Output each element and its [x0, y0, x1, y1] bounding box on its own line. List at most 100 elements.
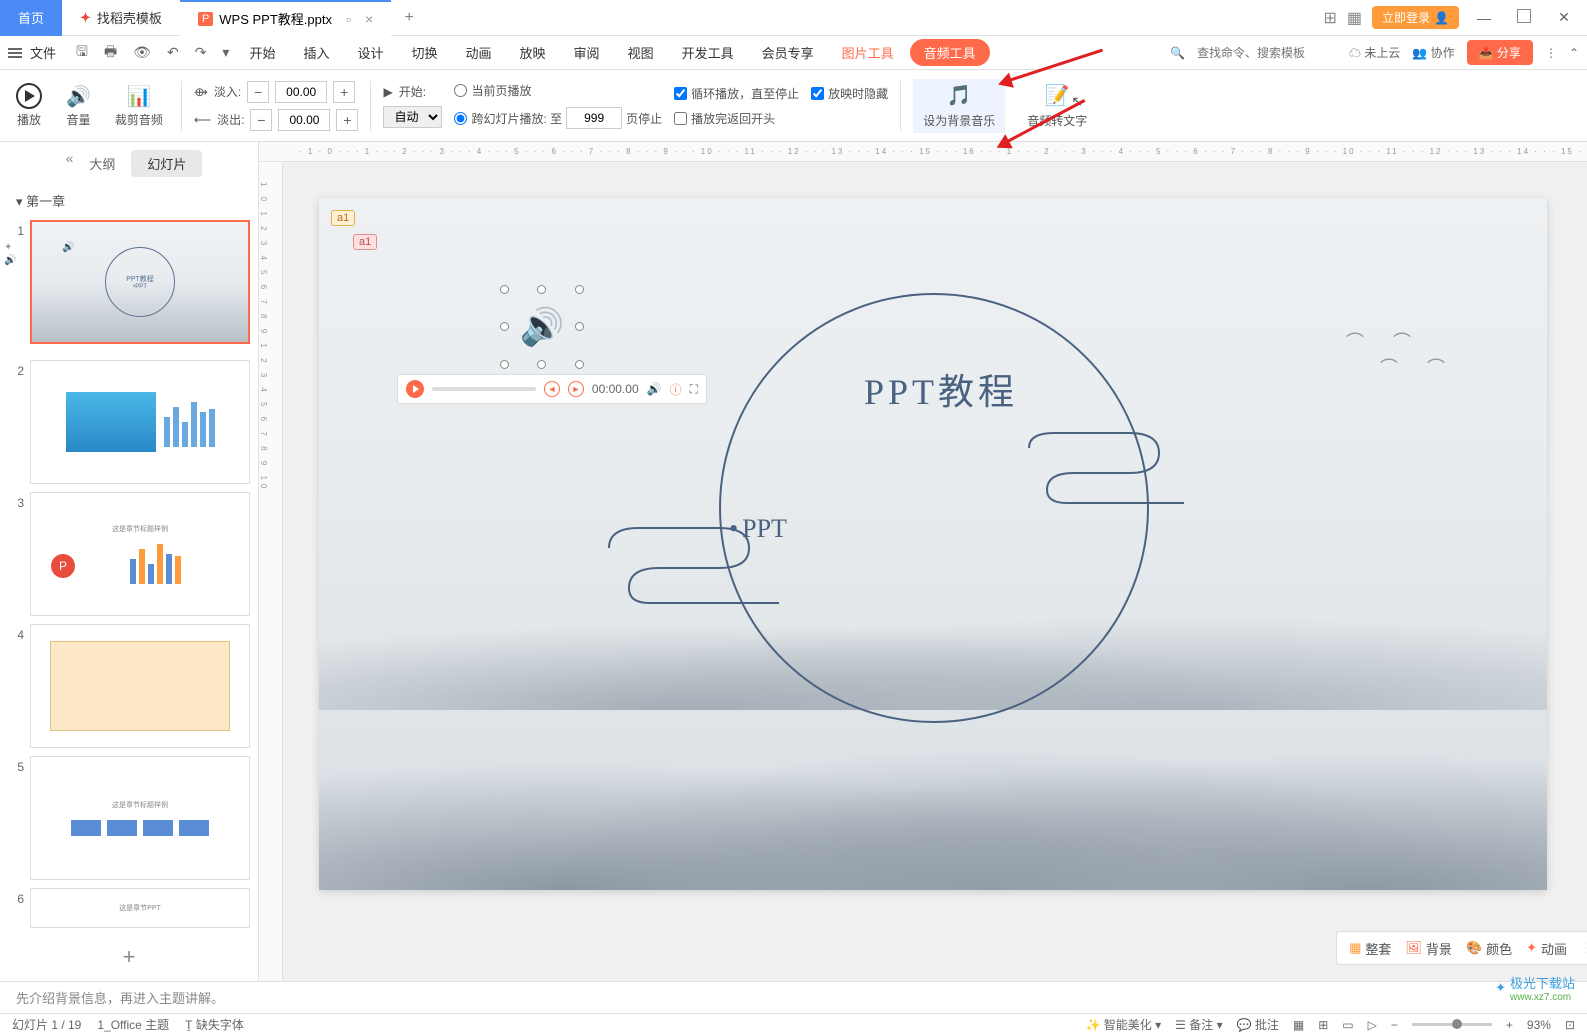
- resize-handle[interactable]: [500, 285, 509, 294]
- status-theme[interactable]: 1_Office 主题: [97, 1016, 169, 1033]
- slides-tab[interactable]: 幻灯片: [131, 150, 202, 177]
- cloud-status[interactable]: ☁ 未上云: [1349, 44, 1400, 61]
- resize-handle[interactable]: [575, 322, 584, 331]
- qat-redo-icon[interactable]: ↷: [191, 44, 211, 61]
- float-color[interactable]: 🎨颜色: [1466, 939, 1512, 958]
- outline-tab[interactable]: 大纲: [73, 150, 131, 177]
- fade-in-input[interactable]: [275, 81, 327, 103]
- status-notes-btn[interactable]: ☰ 备注 ▾: [1175, 1016, 1222, 1033]
- fade-out-minus[interactable]: −: [250, 109, 272, 131]
- slide-thumb-3[interactable]: 这是章节标题样例 P: [30, 492, 250, 616]
- float-more-icon[interactable]: ⋮: [1581, 940, 1587, 956]
- check-loop[interactable]: 循环播放，直至停止: [674, 85, 799, 102]
- slide-thumb-1[interactable]: PPT教程•PPT 🔊: [30, 220, 250, 344]
- view-slideshow-icon[interactable]: ▷: [1368, 1018, 1377, 1032]
- resize-handle[interactable]: [575, 285, 584, 294]
- comment-marker-2[interactable]: a1: [353, 234, 377, 250]
- slide-thumb-4[interactable]: [30, 624, 250, 748]
- audio-next-button[interactable]: ►: [568, 381, 584, 397]
- view-normal-icon[interactable]: ▦: [1293, 1018, 1304, 1032]
- tab-menu-icon[interactable]: ▫: [346, 11, 351, 27]
- resize-handle[interactable]: [575, 360, 584, 369]
- audio-info-icon[interactable]: ⓘ: [670, 381, 682, 398]
- view-reading-icon[interactable]: ▭: [1342, 1018, 1353, 1032]
- fit-window-icon[interactable]: ⊡: [1565, 1018, 1575, 1032]
- menu-picture-tools[interactable]: 图片工具: [830, 37, 906, 68]
- cross-slide-input[interactable]: [566, 107, 622, 129]
- float-bg[interactable]: 🖼背景: [1405, 939, 1452, 958]
- search-input[interactable]: [1197, 46, 1337, 60]
- more-icon[interactable]: ⋮: [1545, 46, 1557, 60]
- status-beautify[interactable]: ✨ 智能美化 ▾: [1085, 1016, 1161, 1033]
- menu-insert[interactable]: 插入: [291, 37, 341, 68]
- fade-in-plus[interactable]: +: [333, 81, 355, 103]
- slide-thumb-2[interactable]: [30, 360, 250, 484]
- hamburger-icon[interactable]: [8, 48, 22, 58]
- menu-view[interactable]: 视图: [616, 37, 666, 68]
- ribbon-volume[interactable]: 🔊 音量: [60, 84, 97, 128]
- audio-volume-icon[interactable]: 🔊: [647, 382, 662, 396]
- maximize-button[interactable]: [1509, 9, 1539, 26]
- resize-handle[interactable]: [500, 360, 509, 369]
- menu-member[interactable]: 会员专享: [750, 37, 826, 68]
- float-anim[interactable]: ✦动画: [1526, 939, 1567, 958]
- fade-in-minus[interactable]: −: [247, 81, 269, 103]
- login-button[interactable]: 立即登录 👤: [1372, 6, 1459, 29]
- check-return[interactable]: 播放完返回开头: [674, 110, 799, 127]
- apps-icon[interactable]: ▦: [1347, 8, 1362, 28]
- zoom-slider[interactable]: [1412, 1023, 1492, 1026]
- collapse-ribbon-icon[interactable]: ⌃: [1569, 46, 1579, 60]
- ribbon-trim[interactable]: 📊 裁剪音频: [109, 84, 169, 128]
- qat-dropdown-icon[interactable]: ▾: [218, 44, 233, 61]
- ribbon-play[interactable]: 播放: [10, 83, 48, 128]
- float-theme[interactable]: ▦整套: [1349, 939, 1391, 958]
- minimize-button[interactable]: —: [1469, 10, 1499, 26]
- share-button[interactable]: 📤 分享: [1467, 40, 1533, 65]
- audio-progress[interactable]: [432, 387, 536, 391]
- notes-bar[interactable]: 先介绍背景信息，再进入主题讲解。: [0, 981, 1587, 1013]
- qat-print-icon[interactable]: 🖶: [100, 41, 121, 65]
- ribbon-audio-to-text[interactable]: 📝 音频转文字 ↖: [1017, 79, 1097, 133]
- audio-object[interactable]: 🔊: [505, 290, 579, 364]
- audio-expand-icon[interactable]: ⛶: [690, 382, 698, 397]
- fade-out-input[interactable]: [278, 109, 330, 131]
- status-font[interactable]: Ṯ 缺失字体: [185, 1016, 244, 1033]
- collapse-panel-icon[interactable]: «: [56, 150, 74, 177]
- menu-review[interactable]: 审阅: [562, 37, 612, 68]
- close-button[interactable]: ✕: [1549, 9, 1579, 26]
- slide-thumb-5[interactable]: 这是章节标题样例: [30, 756, 250, 880]
- start-select[interactable]: 自动: [383, 106, 442, 128]
- qat-undo-icon[interactable]: ↶: [163, 44, 183, 61]
- chapter-label[interactable]: ▾ 第一章: [0, 185, 258, 216]
- tab-home[interactable]: 首页: [0, 0, 62, 36]
- audio-prev-button[interactable]: ◄: [544, 381, 560, 397]
- add-tab-button[interactable]: +: [391, 9, 427, 27]
- audio-play-button[interactable]: [406, 380, 424, 398]
- radio-cross-slide[interactable]: 跨幻灯片播放: 至 页停止: [454, 107, 662, 129]
- add-slide-button[interactable]: +: [0, 932, 258, 982]
- zoom-out-button[interactable]: −: [1391, 1018, 1398, 1032]
- ribbon-bg-music[interactable]: 🎵 设为背景音乐: [913, 79, 1005, 133]
- menu-transition[interactable]: 切换: [400, 37, 450, 68]
- menu-design[interactable]: 设计: [345, 37, 395, 68]
- layout-icon[interactable]: ⊞: [1324, 8, 1337, 28]
- zoom-in-button[interactable]: +: [1506, 1018, 1513, 1032]
- slide-canvas[interactable]: PPT教程 PPT ⌒ ⌒ ⌒ ⌒ a1 a1 🔊: [319, 198, 1547, 890]
- menu-devtools[interactable]: 开发工具: [670, 37, 746, 68]
- check-hide[interactable]: 放映时隐藏: [811, 85, 888, 102]
- tab-document[interactable]: P WPS PPT教程.pptx ▫ ×: [180, 0, 391, 36]
- qat-save-icon[interactable]: 🖫: [72, 41, 92, 65]
- menu-animation[interactable]: 动画: [454, 37, 504, 68]
- view-sorter-icon[interactable]: ⊞: [1318, 1018, 1328, 1032]
- resize-handle[interactable]: [537, 285, 546, 294]
- menu-start[interactable]: 开始: [237, 37, 287, 68]
- slide-thumb-6[interactable]: 这是章节PPT: [30, 888, 250, 928]
- resize-handle[interactable]: [500, 322, 509, 331]
- qat-preview-icon[interactable]: 👁: [129, 44, 155, 61]
- zoom-level[interactable]: 93%: [1527, 1018, 1551, 1032]
- close-tab-icon[interactable]: ×: [365, 11, 373, 27]
- radio-current-slide[interactable]: 当前页播放: [454, 82, 662, 99]
- tab-templates[interactable]: ✦ 找稻壳模板: [62, 0, 180, 36]
- status-comment-btn[interactable]: 💬 批注: [1237, 1016, 1279, 1033]
- menu-slideshow[interactable]: 放映: [508, 37, 558, 68]
